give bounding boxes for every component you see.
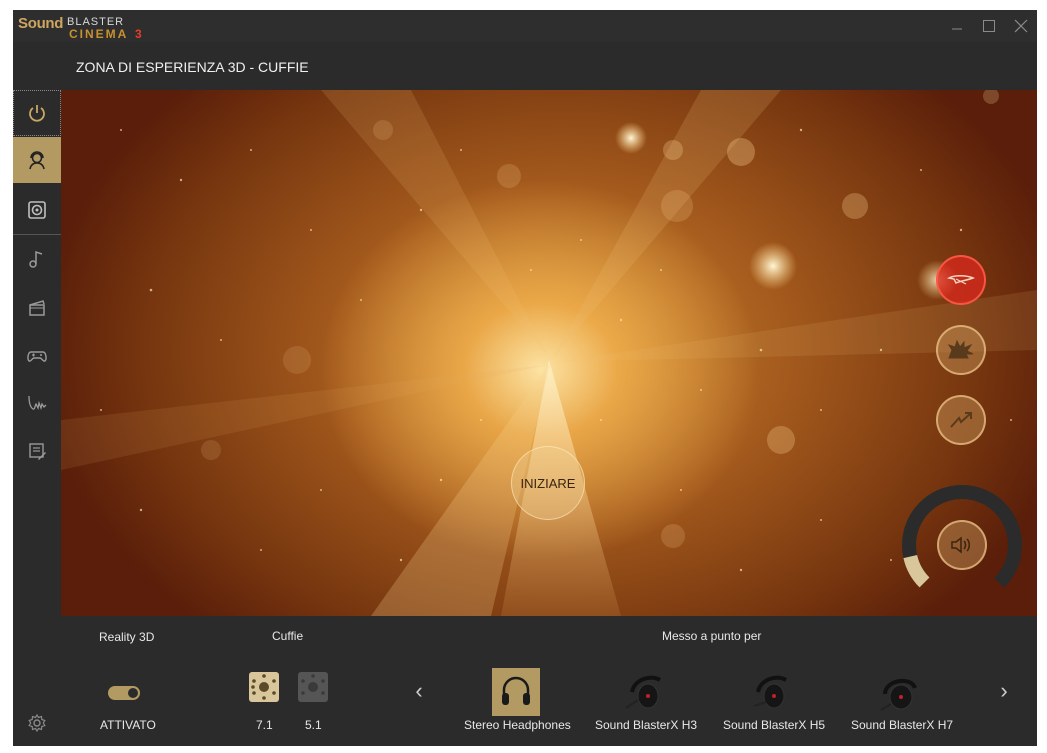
surround-5-1-icon xyxy=(301,674,325,695)
close-icon xyxy=(1014,19,1028,33)
headphone-h3-button[interactable] xyxy=(621,668,669,716)
voice-wave-icon xyxy=(28,395,47,411)
headphone-h5-button[interactable] xyxy=(747,668,795,716)
reality-3d-state: ATTIVATO xyxy=(100,718,156,732)
effect-lightning-button[interactable] xyxy=(936,395,986,445)
start-button-label: INIZIARE xyxy=(520,475,576,491)
start-button[interactable]: INIZIARE xyxy=(511,446,585,520)
bokeh-orb xyxy=(661,524,685,548)
volume-button[interactable] xyxy=(937,520,987,570)
close-button[interactable] xyxy=(1009,16,1033,36)
page-header: ZONA DI ESPERIENZA 3D - CUFFIE xyxy=(13,42,1037,90)
surround-7-1-icon xyxy=(251,674,276,700)
music-note-icon xyxy=(29,250,43,268)
headset-h5-icon xyxy=(753,675,788,709)
explosion-icon xyxy=(947,339,974,359)
chevron-left-icon: ‹ xyxy=(415,678,423,703)
effect-explosion-button[interactable] xyxy=(936,325,986,375)
logo-cinema: CINEMA xyxy=(69,27,129,41)
mode-5-1-label: 5.1 xyxy=(305,718,322,732)
minimize-button[interactable] xyxy=(945,16,969,36)
sidebar xyxy=(13,90,61,746)
headset-h3-icon xyxy=(625,675,662,709)
scene-background xyxy=(61,90,1037,616)
reality-3d-toggle[interactable] xyxy=(108,686,140,700)
maximize-button[interactable] xyxy=(977,16,1001,36)
logo-cinema-number: 3 xyxy=(135,27,142,41)
mode-7-1-label: 7.1 xyxy=(256,718,273,732)
sidebar-item-movie[interactable] xyxy=(13,284,61,330)
previous-arrow-button[interactable]: ‹ xyxy=(411,678,427,703)
sidebar-item-speaker[interactable] xyxy=(13,187,61,233)
experience-scene: INIZIARE xyxy=(61,90,1037,616)
logo-sound: Sound xyxy=(18,15,64,32)
next-arrow-button[interactable]: › xyxy=(996,678,1012,703)
light-beam xyxy=(321,90,549,358)
headphone-stereo-button[interactable] xyxy=(492,668,540,716)
user-headset-icon xyxy=(29,151,45,170)
reality-3d-label: Reality 3D xyxy=(99,630,155,644)
sidebar-item-game[interactable] xyxy=(13,332,61,378)
sidebar-divider xyxy=(13,234,61,235)
bottom-panel: Reality 3D ATTIVATO Cuffie 7.1 5.1 Messo… xyxy=(61,616,1037,746)
speaker-volume-icon xyxy=(951,536,970,554)
clapperboard-icon xyxy=(29,300,45,316)
minimize-icon xyxy=(952,28,962,30)
settings-button[interactable] xyxy=(13,700,61,746)
headphones-label: Cuffie xyxy=(272,629,304,643)
app-window: Sound BLASTER CINEMA 3 ZONA DI ESPERIENZ… xyxy=(13,10,1037,746)
title-bar: Sound BLASTER CINEMA 3 xyxy=(13,10,1037,42)
page-title: ZONA DI ESPERIENZA 3D - CUFFIE xyxy=(76,59,309,75)
speaker-icon xyxy=(28,201,46,219)
bokeh-orb xyxy=(727,138,755,166)
lightning-icon xyxy=(950,412,972,428)
sidebar-item-headphones-profile[interactable] xyxy=(13,137,61,183)
bokeh-orb xyxy=(983,90,999,104)
toggle-knob xyxy=(128,688,138,698)
bokeh-orb xyxy=(663,140,683,160)
edit-list-icon xyxy=(29,443,46,460)
mode-7-1-button[interactable] xyxy=(249,672,279,702)
bokeh-orb xyxy=(497,164,521,188)
sidebar-item-profiles[interactable] xyxy=(13,428,61,474)
chevron-right-icon: › xyxy=(1000,678,1008,703)
bokeh-orb xyxy=(201,440,221,460)
headphone-h7-button[interactable] xyxy=(876,668,924,716)
plane-icon xyxy=(946,275,975,285)
headset-h7-icon xyxy=(880,678,917,711)
gamepad-icon xyxy=(27,351,47,362)
tuned-for-label: Messo a punto per xyxy=(662,629,762,643)
headphone-stereo-label: Stereo Headphones xyxy=(464,718,571,732)
bokeh-orb xyxy=(615,122,647,154)
light-beam xyxy=(553,90,781,358)
gear-icon xyxy=(28,713,46,733)
headphone-h5-label: Sound BlasterX H5 xyxy=(723,718,826,732)
effect-flight-button[interactable] xyxy=(936,255,986,305)
bokeh-orb xyxy=(749,242,797,290)
headphone-h3-label: Sound BlasterX H3 xyxy=(595,718,698,732)
power-icon xyxy=(29,105,45,122)
headphone-h7-label: Sound BlasterX H7 xyxy=(851,718,954,732)
sidebar-item-power[interactable] xyxy=(13,90,61,136)
mode-5-1-button[interactable] xyxy=(298,672,328,702)
sidebar-item-music[interactable] xyxy=(13,236,61,282)
bokeh-orb xyxy=(842,193,868,219)
maximize-icon xyxy=(983,20,995,32)
bokeh-orb xyxy=(373,120,393,140)
bokeh-orb xyxy=(283,346,311,374)
bokeh-orb xyxy=(767,426,795,454)
headphones-icon xyxy=(502,676,530,705)
bokeh-orb xyxy=(661,190,693,222)
light-beam xyxy=(61,365,546,470)
sidebar-item-voice[interactable] xyxy=(13,380,61,426)
